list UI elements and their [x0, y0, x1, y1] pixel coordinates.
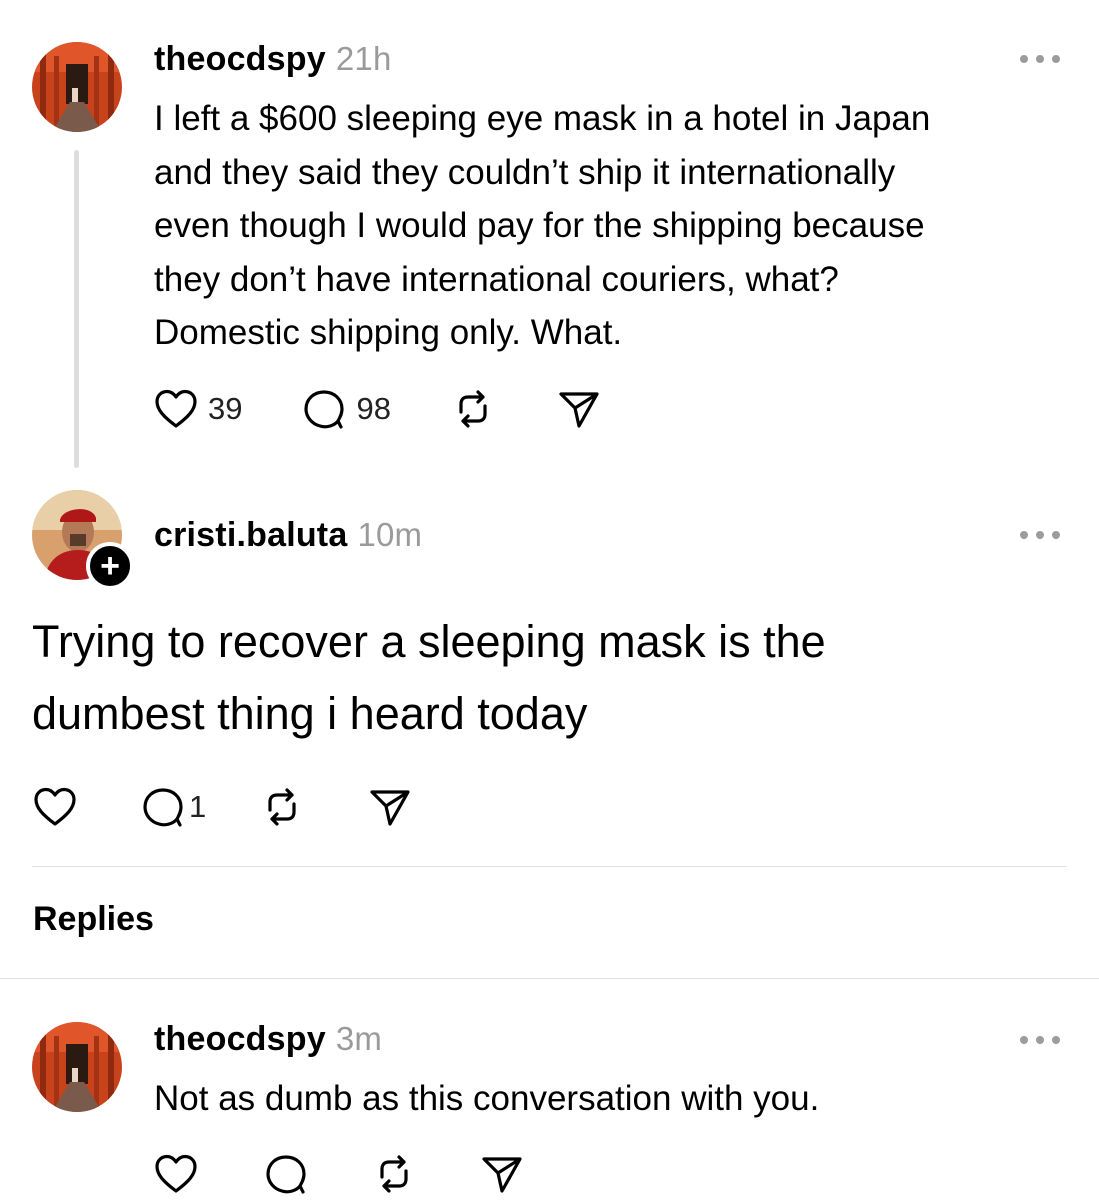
post-text: I left a $600 sleeping eye mask in a hot…	[154, 92, 930, 360]
avatar-image	[32, 42, 122, 132]
comment-line: dumbest thing i heard today	[32, 688, 588, 739]
comment-button[interactable]: 1	[141, 786, 206, 828]
like-button[interactable]: 39	[154, 388, 242, 430]
avatar[interactable]	[32, 1022, 122, 1112]
comment-icon	[266, 1155, 306, 1194]
heart-icon	[155, 1154, 197, 1193]
repost-button[interactable]	[451, 388, 495, 430]
comment-author[interactable]: cristi.baluta 10m	[154, 516, 422, 555]
comment-time: 10m	[357, 516, 423, 553]
like-button[interactable]	[154, 1153, 198, 1195]
replies-header: Replies	[33, 900, 154, 938]
share-button[interactable]	[480, 1153, 524, 1195]
repost-icon	[268, 788, 296, 826]
post-author[interactable]: theocdspy 21h	[154, 40, 392, 79]
post-time: 21h	[335, 40, 392, 77]
reply-author[interactable]: theocdspy 3m	[154, 1020, 382, 1059]
share-button[interactable]	[557, 388, 601, 430]
post-line: even though I would pay for the shipping…	[154, 206, 925, 245]
reply-text: Not as dumb as this conversation with yo…	[154, 1079, 820, 1118]
username[interactable]: theocdspy	[154, 1020, 326, 1058]
username[interactable]: theocdspy	[154, 40, 326, 78]
comment-text: Trying to recover a sleeping mask is the…	[32, 606, 826, 750]
comment-count: 1	[189, 789, 207, 824]
heart-icon	[34, 787, 76, 826]
more-options-icon[interactable]	[1020, 528, 1060, 542]
repost-icon	[459, 390, 487, 428]
repost-button[interactable]	[260, 786, 304, 828]
post-line: I left a $600 sleeping eye mask in a hot…	[154, 99, 931, 138]
comment-icon	[143, 788, 183, 827]
post-line: Domestic shipping only. What.	[154, 313, 623, 352]
comment-icon	[304, 390, 345, 429]
comment-count: 98	[356, 391, 391, 426]
comment-actions: 1	[33, 786, 412, 828]
repost-icon	[380, 1155, 408, 1193]
send-icon	[370, 790, 410, 826]
divider	[0, 978, 1099, 979]
send-icon	[559, 392, 599, 428]
share-button[interactable]	[368, 786, 412, 828]
reply-actions	[154, 1153, 524, 1195]
repost-button[interactable]	[372, 1153, 416, 1195]
thread-line	[74, 150, 79, 468]
post-line: they don’t have international couriers, …	[154, 259, 839, 299]
more-options-icon[interactable]	[1020, 52, 1060, 66]
avatar[interactable]	[32, 42, 122, 132]
like-button[interactable]	[33, 786, 77, 828]
post-line: and they said they couldn’t ship it inte…	[154, 152, 896, 192]
divider	[32, 866, 1067, 867]
post-actions: 39 98	[154, 388, 601, 430]
follow-plus-icon[interactable]: +	[86, 542, 134, 590]
username[interactable]: cristi.baluta	[154, 516, 347, 554]
reply-time: 3m	[335, 1020, 383, 1057]
send-icon	[482, 1157, 522, 1193]
comment-button[interactable]	[264, 1153, 308, 1195]
heart-icon	[155, 389, 197, 428]
like-count: 39	[208, 391, 243, 426]
comment-line: Trying to recover a sleeping mask is the	[32, 616, 826, 667]
more-options-icon[interactable]	[1020, 1033, 1060, 1047]
comment-button[interactable]: 98	[302, 388, 391, 430]
avatar-image	[32, 1022, 122, 1112]
